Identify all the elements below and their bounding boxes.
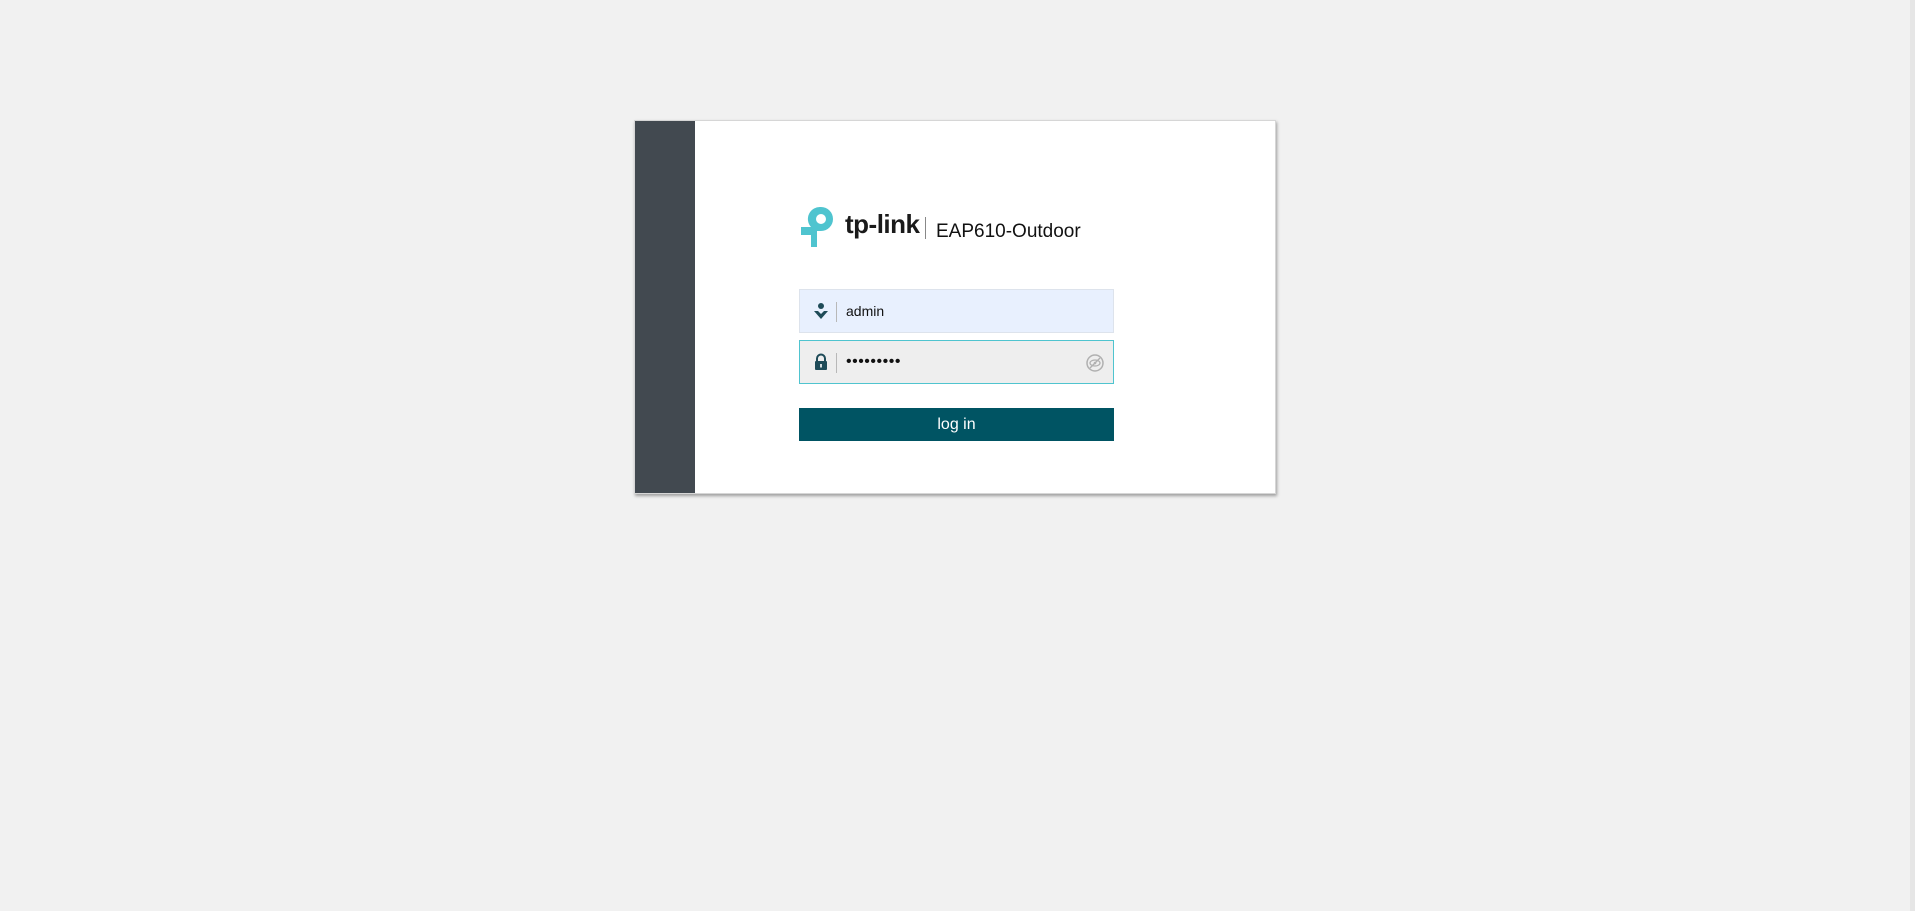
- brand-divider: [925, 217, 926, 239]
- password-field: [799, 340, 1114, 384]
- username-field: [799, 289, 1114, 333]
- field-separator: [836, 302, 837, 322]
- tp-link-logo-icon: [801, 206, 833, 247]
- username-input[interactable]: [846, 290, 1076, 332]
- login-button[interactable]: log in: [799, 408, 1114, 441]
- field-separator: [836, 353, 837, 373]
- brand-header: tp-link EAP610-Outdoor: [799, 205, 1119, 249]
- eye-off-icon[interactable]: [1085, 353, 1105, 373]
- user-icon: [814, 303, 828, 319]
- scrollbar-track[interactable]: [1910, 0, 1915, 911]
- brand-wordmark: tp-link: [845, 209, 920, 239]
- device-model: EAP610-Outdoor: [936, 221, 1081, 242]
- password-input[interactable]: [846, 341, 1076, 383]
- login-card: tp-link EAP610-Outdoor log in: [634, 120, 1276, 494]
- card-side-panel: [635, 121, 695, 493]
- lock-icon: [815, 353, 827, 370]
